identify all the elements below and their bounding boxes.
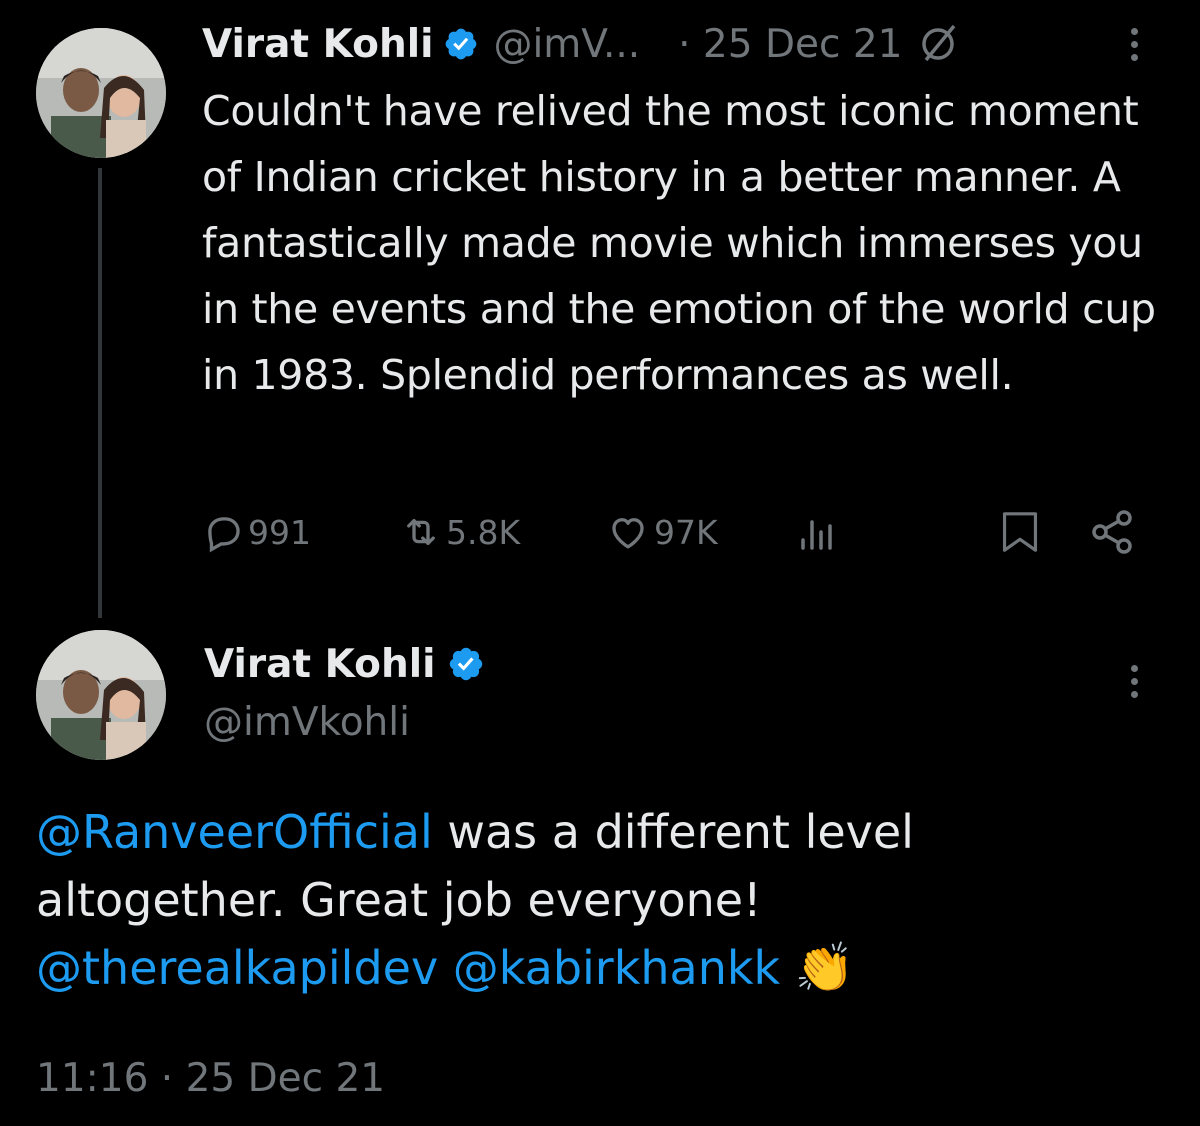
avatar-photo [36, 630, 166, 760]
share-icon [1088, 508, 1136, 556]
no-edit-icon [916, 22, 960, 66]
tweet2-text: @RanveerOfficial was a different level a… [36, 798, 1166, 1002]
clap-emoji: 👏 [794, 940, 855, 996]
avatar[interactable] [36, 28, 166, 158]
views-icon [796, 510, 840, 554]
tweet-date[interactable]: · 25 Dec 21 [678, 22, 902, 67]
share-button[interactable] [1088, 508, 1136, 556]
tweet2-header: Virat Kohli [204, 636, 485, 692]
more-icon[interactable] [1129, 665, 1139, 705]
tweet1-text: Couldn't have relived the most iconic mo… [202, 87, 1156, 399]
mention-link[interactable]: @therealkapildev [36, 941, 438, 995]
verified-badge-icon [443, 26, 479, 62]
like-icon [606, 511, 650, 553]
mention-link[interactable]: @kabirkhankk [453, 941, 780, 995]
avatar-photo [36, 28, 166, 158]
tweet1-header: Virat Kohli @imV... · 25 Dec 21 [202, 14, 960, 74]
avatar[interactable] [36, 630, 166, 760]
retweet-button[interactable]: 5.8K [398, 508, 520, 556]
reply-button[interactable]: 991 [202, 508, 311, 556]
thread-line [98, 168, 102, 618]
display-name[interactable]: Virat Kohli [202, 22, 433, 67]
handle[interactable]: @imVkohli [204, 698, 410, 748]
views-button[interactable] [796, 508, 840, 556]
like-button[interactable]: 97K [606, 508, 718, 556]
bookmark-button[interactable] [1000, 508, 1040, 556]
more-icon[interactable] [1129, 28, 1139, 68]
retweet-count: 5.8K [446, 512, 521, 552]
tweet-timestamp[interactable]: 11:16 · 25 Dec 21 [36, 1052, 385, 1106]
display-name[interactable]: Virat Kohli [204, 642, 435, 687]
like-count: 97K [654, 512, 718, 552]
retweet-icon [398, 511, 444, 553]
bookmark-icon [1000, 510, 1040, 554]
mention-link[interactable]: @RanveerOfficial [36, 805, 433, 859]
handle[interactable]: @imV... [493, 22, 640, 67]
reply-count: 991 [248, 512, 311, 552]
verified-badge-icon [447, 645, 485, 683]
reply-icon [202, 511, 244, 553]
